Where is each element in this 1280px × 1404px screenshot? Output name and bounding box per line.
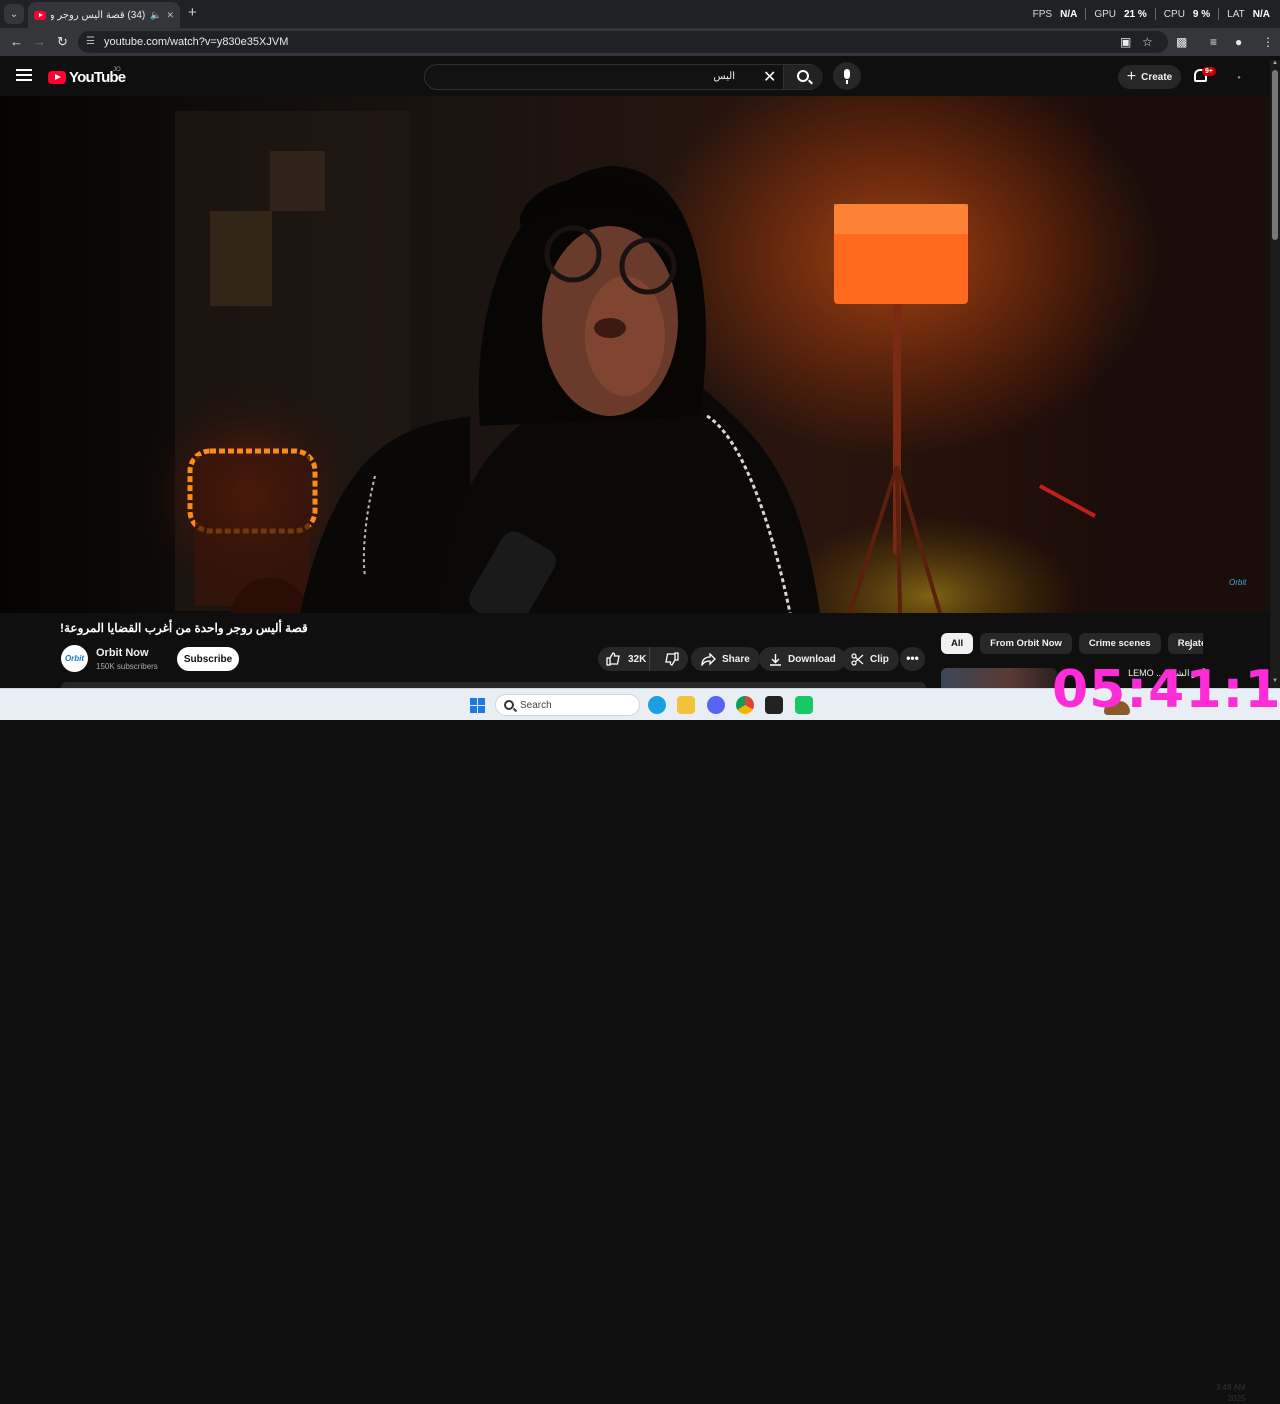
voice-search-button[interactable]: [833, 62, 861, 90]
search-box: ✕: [424, 64, 823, 90]
like-button[interactable]: 32K: [598, 647, 650, 671]
fps-label: FPS: [1032, 8, 1053, 20]
discord-icon[interactable]: [707, 696, 725, 714]
taskbar-search[interactable]: Search: [495, 694, 1130, 716]
search-input[interactable]: [435, 71, 735, 82]
browser-tab-bar: ⌄ (34) قصة أليس روجر واحدة م... 🔈 ✕ + FP…: [0, 0, 1280, 28]
chrome-icon[interactable]: [736, 696, 754, 714]
divider: [1085, 8, 1087, 20]
browser-menu-icon[interactable]: ⋮: [1262, 35, 1274, 49]
country-code: JO: [113, 67, 121, 73]
app-icon[interactable]: [795, 696, 813, 714]
create-button[interactable]: + Create: [1118, 65, 1181, 89]
reading-list-icon[interactable]: ≡: [1210, 35, 1217, 49]
scissors-icon: [851, 652, 864, 666]
dislike-button[interactable]: [656, 647, 688, 671]
tab-title: (34) قصة أليس روجر واحدة م...: [51, 9, 146, 21]
new-tab-button[interactable]: +: [188, 5, 197, 20]
filter-chips: All From Orbit Now Crime scenes Relate: [941, 633, 1203, 655]
video-title: قصة أليس روجر واحدة من أغرب القضايا المر…: [60, 621, 308, 635]
gpu-label: GPU: [1094, 8, 1116, 20]
like-dislike-group: 32K: [598, 647, 688, 671]
clear-search-icon[interactable]: ✕: [763, 67, 776, 87]
page-scrollbar[interactable]: ▲ ▼: [1270, 60, 1280, 688]
windows-start-icon[interactable]: [470, 698, 485, 713]
download-label: Download: [788, 653, 836, 665]
microphone-icon: [844, 69, 850, 84]
clock-time: 3:48 AM: [1216, 1383, 1246, 1392]
chip-all[interactable]: All: [941, 633, 974, 654]
browser-tab[interactable]: (34) قصة أليس روجر واحدة م... 🔈 ✕: [28, 2, 180, 28]
channel-name[interactable]: Orbit Now: [96, 647, 149, 659]
more-actions-button[interactable]: •••: [900, 647, 925, 671]
reload-icon[interactable]: ↻: [57, 34, 68, 50]
subscriber-count: 150K subscribers: [96, 662, 158, 671]
account-avatar[interactable]: ●: [1232, 71, 1246, 85]
divider: [1154, 8, 1156, 20]
chevron-right-icon[interactable]: ›: [1188, 638, 1193, 654]
lat-value: N/A: [1252, 8, 1270, 20]
thumbs-up-icon: [606, 652, 620, 666]
divider: [1218, 8, 1220, 20]
url-field[interactable]: ☰ youtube.com/watch?v=y830e35XJVM: [78, 31, 1168, 53]
close-tab-icon[interactable]: ✕: [166, 10, 174, 21]
channel-watermark[interactable]: Orbit: [1229, 578, 1246, 587]
share-arrow-icon: [701, 652, 716, 666]
plus-icon: +: [1126, 68, 1137, 85]
address-bar-row: ← → ↻ ☰ youtube.com/watch?v=y830e35XJVM …: [0, 28, 1280, 56]
search-icon: [796, 70, 809, 82]
scroll-up-arrow-icon[interactable]: ▲: [1272, 60, 1278, 66]
like-count: 32K: [628, 653, 647, 665]
back-arrow-icon[interactable]: ←: [10, 34, 23, 49]
terminal-icon[interactable]: [765, 696, 783, 714]
bookmark-star-icon[interactable]: ☆: [1142, 35, 1153, 49]
chip-crime-scenes[interactable]: Crime scenes: [1078, 633, 1161, 654]
edge-browser-icon[interactable]: [648, 696, 666, 714]
install-app-icon[interactable]: ▣: [1120, 35, 1131, 49]
youtube-header: YouTube JO ✕ + Create 9+ ●: [0, 56, 1280, 96]
channel-avatar-text: Orbit: [64, 654, 85, 663]
download-button[interactable]: Download: [759, 647, 846, 671]
clip-button[interactable]: Clip: [841, 647, 899, 671]
search-button[interactable]: [783, 65, 823, 89]
channel-avatar[interactable]: Orbit: [61, 645, 88, 672]
tab-search-button[interactable]: ⌄: [4, 4, 24, 24]
youtube-favicon-icon: [34, 10, 46, 20]
forward-arrow-icon[interactable]: →: [33, 34, 46, 49]
speaker-icon[interactable]: 🔈: [150, 10, 161, 21]
thumbs-down-icon: [665, 652, 679, 666]
site-info-icon[interactable]: ☰: [86, 36, 98, 48]
overlay-timer: 05:41:13: [1052, 660, 1280, 720]
chip-from-channel[interactable]: From Orbit Now: [980, 633, 1072, 654]
url-text: youtube.com/watch?v=y830e35XJVM: [104, 36, 289, 48]
cpu-label: CPU: [1163, 8, 1185, 20]
profile-icon[interactable]: ●: [1235, 35, 1242, 49]
notification-badge: 9+: [1202, 67, 1216, 76]
extensions-icon[interactable]: ▩: [1176, 35, 1187, 49]
share-button[interactable]: Share: [691, 647, 760, 671]
recommended-video-thumbnail[interactable]: [941, 668, 1057, 690]
performance-overlay: FPS N/A GPU 21 % CPU 9 % LAT N/A: [1033, 8, 1270, 20]
share-label: Share: [722, 653, 750, 665]
chip-related[interactable]: Relate: [1167, 633, 1203, 654]
lat-label: LAT: [1227, 8, 1245, 20]
clock-date: 2025: [1227, 1394, 1246, 1403]
system-clock[interactable]: 3:48 AM 2025: [1216, 1382, 1245, 1404]
video-player[interactable]: Orbit: [0, 96, 1280, 613]
clip-label: Clip: [870, 653, 889, 665]
create-label: Create: [1141, 71, 1173, 83]
taskbar-search-placeholder: Search: [520, 699, 552, 711]
file-explorer-icon[interactable]: [677, 696, 695, 714]
download-icon: [770, 653, 781, 666]
menu-hamburger-icon[interactable]: [16, 69, 32, 81]
scrollbar-thumb[interactable]: [1272, 70, 1278, 240]
fps-value: N/A: [1060, 8, 1078, 20]
video-frame: [0, 96, 1280, 613]
cpu-value: 9 %: [1192, 8, 1211, 20]
search-icon: [504, 700, 514, 710]
subscribe-button[interactable]: Subscribe: [177, 647, 239, 671]
gpu-value: 21 %: [1124, 8, 1147, 20]
youtube-play-icon: [48, 71, 66, 84]
